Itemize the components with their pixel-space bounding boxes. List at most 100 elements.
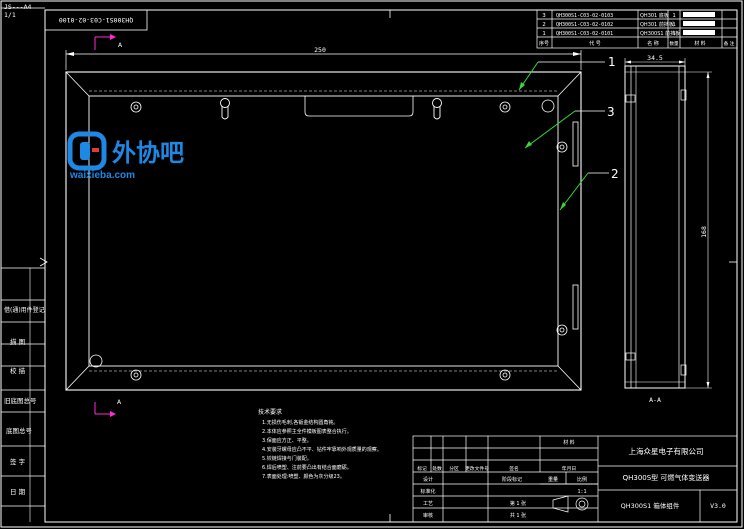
watermark-logo: 外协吧 waixieba.com <box>67 131 184 181</box>
height-dimension[interactable]: 168 <box>685 71 712 389</box>
notes-title: 技术要求 <box>258 408 282 416</box>
svg-text:QH300S1-C03-02-0101: QH300S1-C03-02-0101 <box>556 31 613 37</box>
watermark-name: 外协吧 <box>112 139 184 167</box>
svg-text:数量: 数量 <box>670 40 679 47</box>
hinge-slots <box>572 121 579 330</box>
technical-notes: 技术要求 1.无损伤毛刺,各钣金结构圆角钝。 2.本体应参照主全件模板图表整合执… <box>258 408 382 480</box>
svg-text:1: 1 <box>672 13 675 19</box>
svg-text:设计: 设计 <box>423 476 433 483</box>
svg-text:QH301 底板: QH301 底板 <box>640 12 669 19</box>
svg-text:1: 1 <box>672 31 675 37</box>
stud-nut-right-lower <box>556 324 568 336</box>
svg-text:代 号: 代 号 <box>589 40 601 47</box>
stage-label: 阶段标记 <box>502 476 522 483</box>
keyhole-hanger-left <box>220 98 230 120</box>
svg-text:序号: 序号 <box>539 40 549 47</box>
sheet-current: 第 1 张 <box>510 500 526 507</box>
stud-nut-top-right <box>499 101 511 113</box>
sheet-inner-border <box>44 9 738 523</box>
svg-text:1: 1 <box>672 22 675 28</box>
stud-nut-top-left <box>130 101 142 113</box>
strip-label-5: 签 字 <box>10 457 26 466</box>
notes-line-4: 4.安装牙螺母应凸不平、钻件牢靠响外观质量的观察。 <box>262 446 382 453</box>
notes-line-2: 2.本体应参照主全件模板图表整合执行。 <box>262 428 352 435</box>
strip-label-4: 底图总号 <box>6 426 33 435</box>
company-name: 上海众星电子有限公司 <box>629 446 704 456</box>
height-dimension-label: 168 <box>700 226 708 238</box>
svg-text:1: 1 <box>542 31 545 37</box>
section-marker-top[interactable]: A <box>94 34 123 50</box>
projection-symbol <box>552 495 589 513</box>
callout-3[interactable]: 3 <box>524 105 615 149</box>
svg-text:QH300S1-C03-02-0103: QH300S1-C03-02-0103 <box>556 13 613 19</box>
title-block-staff-labels: 设计 标准化 工艺 审核 <box>420 476 435 519</box>
section-marker-bottom[interactable]: A <box>94 399 122 417</box>
callout-2[interactable]: 2 <box>559 167 619 211</box>
sheet-number-label: 1/1 <box>4 11 16 19</box>
scale-label: 比例 <box>577 476 587 483</box>
notes-line-7: 7.表面处理:喷塑、颜色为灰分级23。 <box>262 473 345 480</box>
cabinet-front-view[interactable] <box>65 71 582 391</box>
parts-list-header: 序号 代 号 名 称 数量 材 料 备 注 <box>539 40 735 47</box>
svg-text:QH301 前挡板: QH301 前挡板 <box>640 21 674 28</box>
corner-hole-bottom-left <box>89 354 103 368</box>
svg-text:签名: 签名 <box>509 465 519 472</box>
strip-label-2: 校 描 <box>10 366 26 375</box>
parts-list-row-0: 3 QH300S1-C03-02-0103 QH301 底板 1 <box>542 12 715 19</box>
svg-text:工艺: 工艺 <box>423 501 433 507</box>
stud-nut-bottom-left <box>130 369 142 381</box>
svg-text:标记: 标记 <box>417 465 427 472</box>
watermark-icon <box>67 131 107 171</box>
section-view-label: A-A <box>649 396 661 404</box>
sheet-format-label: JS---A4 <box>4 3 31 11</box>
svg-text:材 料: 材 料 <box>694 40 706 47</box>
keyhole-hanger-right <box>432 98 442 120</box>
width-dimension[interactable]: 250 <box>65 46 582 70</box>
svg-text:标准化: 标准化 <box>420 488 435 495</box>
width-dimension-label: 250 <box>314 46 326 54</box>
strip-label-1: 描 图 <box>10 337 25 346</box>
strip-label-3: 旧底图总号 <box>4 396 37 405</box>
scale-value: 1:1 <box>577 489 586 495</box>
parts-list-row-2: 1 QH300S1-C03-02-0101 QH300S1 前挡板 1 <box>542 30 715 37</box>
svg-text:2: 2 <box>542 22 545 28</box>
product-name: QH300S型 可燃气体变送器 <box>623 473 710 482</box>
notes-line-1: 1.无损伤毛刺,各钣金结构圆角钝。 <box>262 419 338 426</box>
drawing-number-rotated: QH300S1-C03-02-0100 <box>59 16 133 24</box>
strip-label-0: 借(通)用件登记 <box>4 306 45 314</box>
stud-nut-right-upper <box>556 141 568 153</box>
corner-hole-top-right <box>541 99 555 113</box>
svg-text:分区: 分区 <box>449 465 459 472</box>
notes-line-6: 6.焊后喷塑、注前要凸出有结合面磨砺。 <box>262 464 352 471</box>
cad-drawing-viewport: JS---A4 1/1 QH300S1-C03-02-0100 借(通)用件登记… <box>0 0 744 529</box>
svg-text:审核: 审核 <box>423 512 433 519</box>
svg-text:3: 3 <box>542 13 545 19</box>
drawing-version: V3.0 <box>710 502 726 510</box>
svg-text:备 注: 备 注 <box>724 40 735 47</box>
svg-text:处数: 处数 <box>432 465 442 472</box>
weight-label: 重量 <box>548 476 558 483</box>
section-marker-bottom-label: A <box>117 399 122 406</box>
depth-dimension[interactable]: 34.5 <box>624 54 686 66</box>
stud-nut-bottom-right <box>499 369 511 381</box>
part-name: QH300S1 箱体组件 <box>621 501 680 510</box>
callout-3-number: 3 <box>607 105 615 119</box>
sheets-total: 共 1 张 <box>510 512 526 519</box>
drawing-sheet: JS---A4 1/1 QH300S1-C03-02-0100 借(通)用件登记… <box>0 0 743 528</box>
callout-1-number: 1 <box>608 55 616 69</box>
callout-2-number: 2 <box>611 167 619 181</box>
svg-text:QH300S1-C03-02-0102: QH300S1-C03-02-0102 <box>556 22 613 28</box>
watermark-url: waixieba.com <box>69 170 135 181</box>
parts-list-row-1: 2 QH300S1-C03-02-0102 QH301 前挡板 1 <box>542 21 715 28</box>
svg-text:年月日: 年月日 <box>562 465 576 472</box>
notes-line-5: 5.铰链焊接与门装配。 <box>262 455 312 462</box>
svg-text:名 称: 名 称 <box>647 40 659 47</box>
svg-text:更改文件号: 更改文件号 <box>465 465 489 472</box>
notes-line-3: 3.保面应方正、平整。 <box>262 437 312 444</box>
left-record-strip: 借(通)用件登记 描 图 校 描 旧底图总号 底图总号 签 字 日 期 <box>1 257 48 522</box>
cabinet-side-section-view[interactable] <box>624 65 687 389</box>
material-label: 材 料 <box>563 439 575 446</box>
strip-label-6: 日 期 <box>10 488 26 496</box>
depth-dimension-label: 34.5 <box>647 54 663 62</box>
title-block-change-labels: 标记 处数 分区 更改文件号 签名 年月日 <box>417 465 576 472</box>
